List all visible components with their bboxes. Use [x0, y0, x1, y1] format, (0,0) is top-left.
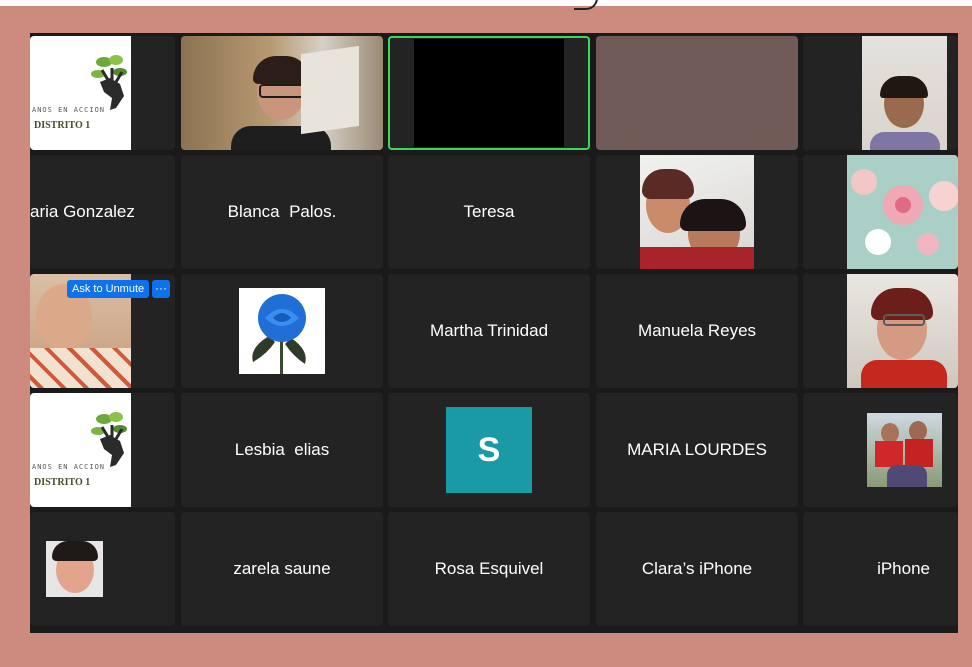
participant-tile[interactable]: [803, 393, 958, 507]
blue-rose-icon: [252, 294, 306, 374]
participant-tile[interactable]: ANOS EN ACCION DISTRITO 1: [30, 36, 175, 150]
participant-tile[interactable]: ANOS EN ACCION DISTRITO 1: [30, 393, 175, 507]
participant-tile[interactable]: [803, 155, 958, 269]
participant-tile[interactable]: [596, 155, 798, 269]
participant-tile[interactable]: Lesbia elias: [181, 393, 383, 507]
participant-name: Teresa: [463, 202, 515, 221]
participant-tile-active-speaker[interactable]: [388, 36, 590, 150]
participant-name: aria Gonzalez: [30, 202, 135, 221]
participant-name: Clara’s iPhone: [641, 559, 753, 578]
participant-avatar: S: [446, 407, 532, 493]
logo-text: ANOS EN ACCION: [32, 463, 106, 471]
participant-tile[interactable]: Blanca Palos.: [181, 155, 383, 269]
participant-name: Blanca Palos.: [227, 202, 337, 221]
manos-en-accion-logo: ANOS EN ACCION DISTRITO 1: [30, 36, 131, 150]
participant-video: [596, 36, 798, 150]
logo-district: DISTRITO 1: [34, 120, 91, 131]
logo-district: DISTRITO 1: [34, 477, 91, 488]
participant-tile[interactable]: [181, 274, 383, 388]
participant-tile[interactable]: iPhone: [803, 512, 958, 626]
participant-tile[interactable]: Martha Trinidad: [388, 274, 590, 388]
participant-tile[interactable]: zarela saune: [181, 512, 383, 626]
top-banner: [0, 0, 972, 6]
logo-text: ANOS EN ACCION: [32, 106, 106, 114]
participant-name: Martha Trinidad: [429, 321, 549, 340]
hand-leaf-logo-icon: [91, 55, 127, 110]
participant-tile[interactable]: Ask to Unmute ···: [30, 274, 175, 388]
participant-name: zarela saune: [233, 559, 331, 578]
participant-tile[interactable]: Clara’s iPhone: [596, 512, 798, 626]
participant-photo: [847, 155, 958, 269]
participant-tile[interactable]: MARIA LOURDES: [596, 393, 798, 507]
participant-tile[interactable]: S: [388, 393, 590, 507]
participant-video: [181, 36, 383, 150]
participant-tile[interactable]: Teresa: [388, 155, 590, 269]
participant-name: MARIA LOURDES: [627, 440, 767, 459]
participant-photo: [239, 288, 325, 374]
participant-tile[interactable]: Manuela Reyes: [596, 274, 798, 388]
participant-name: Lesbia elias: [234, 440, 330, 459]
participant-name: iPhone: [877, 559, 930, 578]
participant-name: Manuela Reyes: [637, 321, 757, 340]
participant-name: Rosa Esquivel: [434, 559, 544, 578]
partial-heading-glyph: [574, 0, 598, 10]
participant-photo: [46, 541, 103, 597]
participant-tile[interactable]: aria Gonzalez: [30, 155, 175, 269]
participant-video: [414, 39, 564, 147]
hand-leaf-logo-icon: [91, 412, 127, 467]
participant-tile[interactable]: [803, 36, 958, 150]
participant-video: [862, 36, 947, 150]
participant-photo: [867, 413, 942, 487]
manos-en-accion-logo: ANOS EN ACCION DISTRITO 1: [30, 393, 131, 507]
participant-tile[interactable]: [181, 36, 383, 150]
video-gallery: ANOS EN ACCION DISTRITO 1 aria Gonzalez …: [30, 33, 958, 633]
participant-tile[interactable]: [30, 512, 175, 626]
participant-tile[interactable]: [803, 274, 958, 388]
participant-photo: [640, 155, 754, 269]
participant-video: [847, 274, 958, 388]
participant-tile[interactable]: Rosa Esquivel: [388, 512, 590, 626]
more-options-button[interactable]: ···: [152, 280, 170, 298]
ask-to-unmute-button[interactable]: Ask to Unmute: [67, 280, 150, 298]
participant-tile[interactable]: [596, 36, 798, 150]
